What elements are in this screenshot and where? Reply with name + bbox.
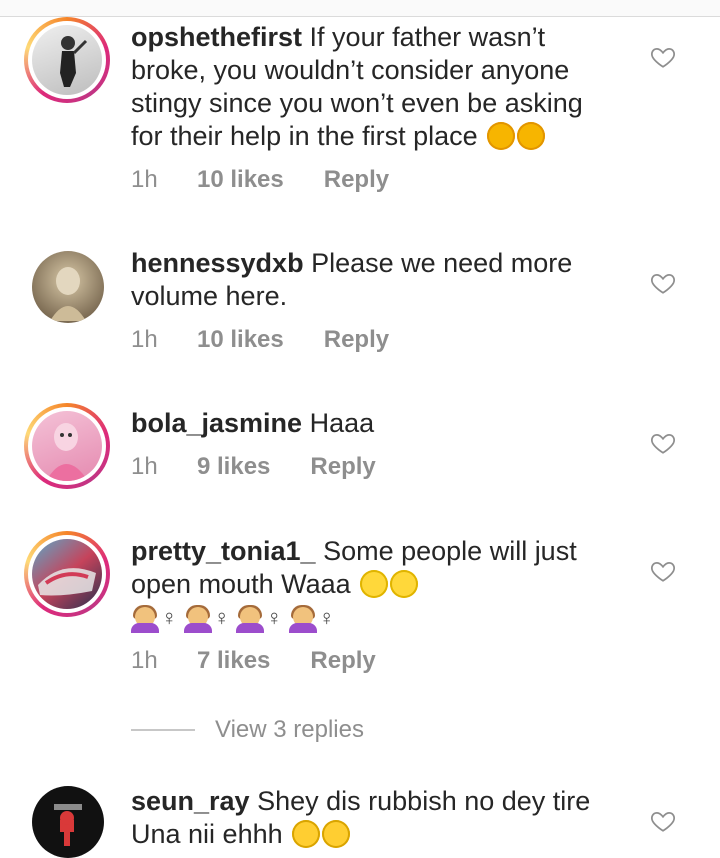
eye-roll-emoji [390,570,419,598]
eye-roll-emoji [360,570,389,598]
comment-likes[interactable]: 7 likes [197,647,270,675]
top-divider [0,0,720,17]
heart-icon[interactable] [650,270,676,296]
reply-button[interactable]: Reply [324,166,389,194]
female-sign: ♀ [213,605,231,630]
avatar[interactable] [24,403,110,489]
avatar[interactable] [32,251,104,323]
comment-meta: 1h 10 likes Reply [131,166,389,194]
facepalm-emoji [183,605,212,633]
heart-icon[interactable] [650,558,676,584]
comment-likes[interactable]: 10 likes [197,166,284,194]
female-sign: ♀ [161,605,178,630]
comment-time: 1h [131,326,158,353]
comment-username[interactable]: seun_ray [131,786,250,816]
comment-text: pretty_tonia1_ Some people will just ope… [131,535,601,635]
avatar[interactable] [24,531,110,617]
comment-time: 1h [131,647,158,674]
female-sign: ♀ [266,605,283,630]
female-sign: ♀ [318,605,336,630]
comment-meta: 1h 9 likes Reply [131,453,376,481]
comment-likes[interactable]: 10 likes [197,326,284,354]
comment-text: bola_jasmine Haaa [131,407,601,440]
comment-meta: 1h 7 likes Reply [131,647,376,675]
unamused-emoji [292,820,321,848]
comment-time: 1h [131,166,158,193]
unamused-emoji [322,820,351,848]
comment-text: hennessydxb Please we need more volume h… [131,247,601,313]
comment-username[interactable]: opshethefirst [131,22,302,52]
comment-meta: 1h 10 likes Reply [131,326,389,354]
heart-icon[interactable] [650,808,676,834]
rolling-laughing-emoji [487,122,516,150]
facepalm-emoji [236,605,264,633]
avatar[interactable] [24,17,110,103]
comment-time: 1h [131,453,158,480]
reply-button[interactable]: Reply [310,453,375,481]
heart-icon[interactable] [650,44,676,70]
comment-username[interactable]: bola_jasmine [131,408,302,438]
avatar[interactable] [32,786,104,858]
facepalm-emoji [131,605,159,633]
rolling-laughing-emoji [517,122,546,150]
facepalm-emoji [288,605,317,633]
reply-button[interactable]: Reply [310,647,375,675]
comment-text: opshethefirst If your father wasn’t brok… [131,21,601,153]
comment-text: seun_ray Shey dis rubbish no dey tire Un… [131,785,601,851]
reply-button[interactable]: Reply [324,326,389,354]
view-replies-label: View 3 replies [215,716,364,743]
comment-likes[interactable]: 9 likes [197,453,270,481]
comment-username[interactable]: pretty_tonia1_ [131,536,316,566]
replies-divider [131,729,195,731]
comment-username[interactable]: hennessydxb [131,248,304,278]
view-replies-button[interactable]: View 3 replies [131,716,364,744]
comment-body: Haaa [309,408,375,438]
heart-icon[interactable] [650,430,676,456]
